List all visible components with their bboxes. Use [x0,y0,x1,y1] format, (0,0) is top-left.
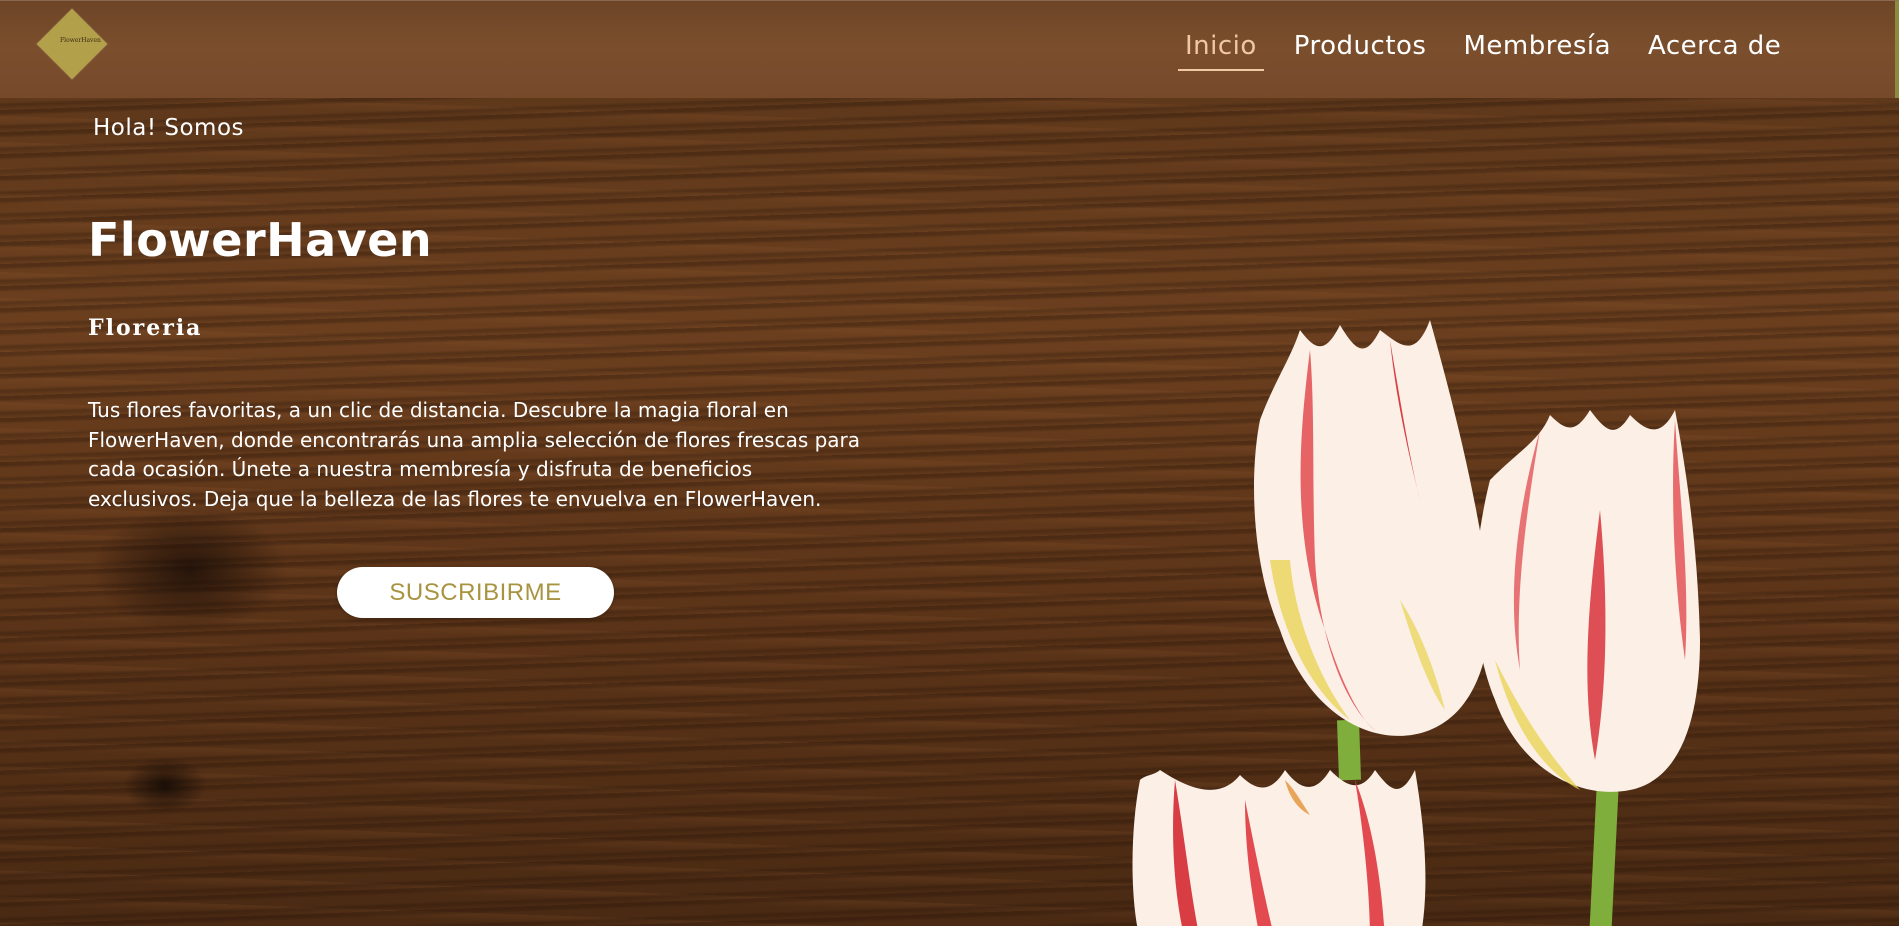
main-nav: Inicio Productos Membresía Acerca de [1178,31,1788,71]
tulip-flowers-image [1132,320,1700,926]
page: FlowerHaven Inicio Productos Membresía A… [0,0,1899,926]
hero-greeting: Hola! Somos [93,115,245,141]
hero-tagline: Floreria [88,315,203,341]
hero-brand-title: FlowerHaven [88,213,433,267]
nav-link-membresia[interactable]: Membresía [1456,31,1618,71]
hero-description: Tus flores favoritas, a un clic de dista… [88,398,861,511]
top-navbar: FlowerHaven Inicio Productos Membresía A… [0,0,1899,98]
nav-link-productos[interactable]: Productos [1287,31,1434,71]
tulip-left [1254,320,1490,736]
nav-link-inicio[interactable]: Inicio [1178,31,1264,71]
diamond-logo-icon[interactable] [36,8,108,80]
subscribe-button[interactable]: SUSCRIBIRME [337,567,614,618]
tulip-right [1475,410,1700,792]
tulip-bottom [1132,770,1426,926]
nav-link-acerca-de[interactable]: Acerca de [1641,31,1788,71]
logo-text: FlowerHaven [60,37,101,44]
